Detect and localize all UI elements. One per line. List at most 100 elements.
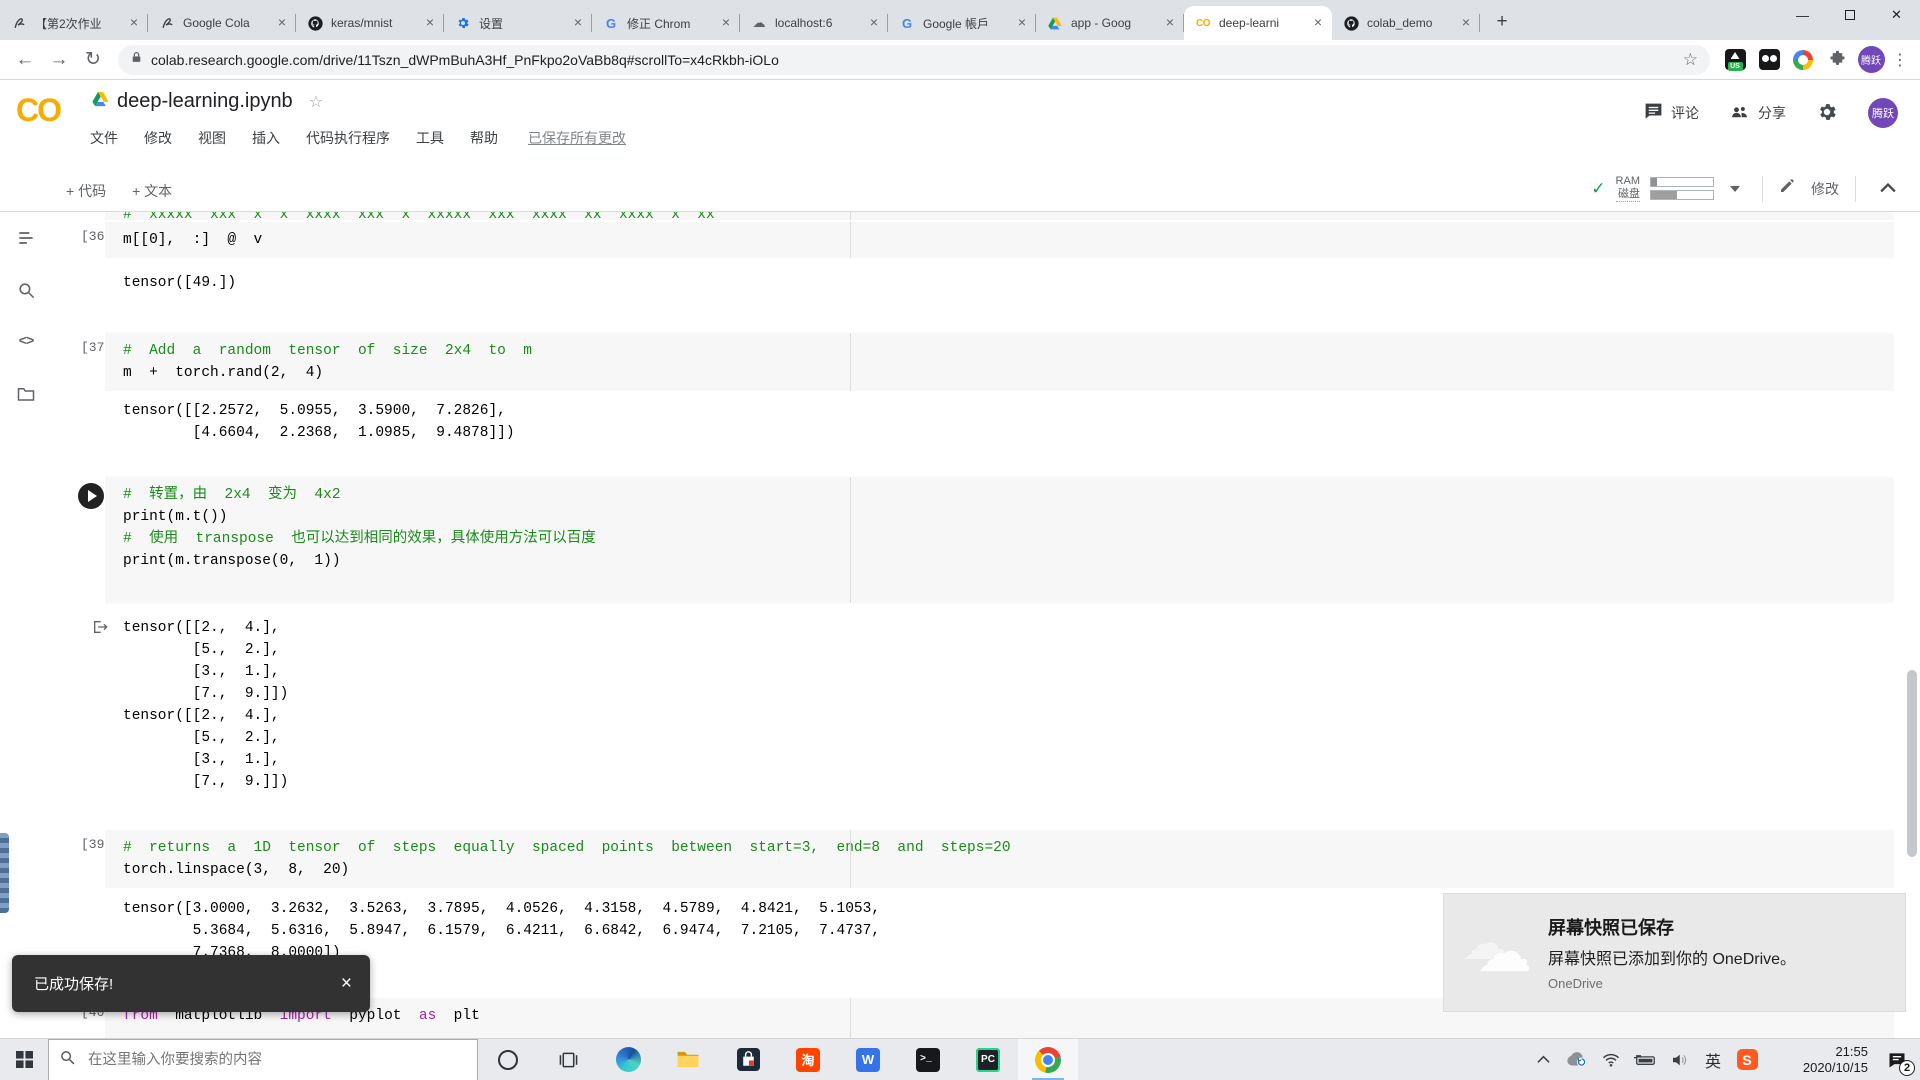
start-button[interactable] [0,1039,48,1080]
window-minimize-button[interactable]: — [1779,0,1826,30]
pen-favicon-icon [10,15,28,31]
tab-close-icon[interactable]: × [1310,15,1326,31]
edit-pencil-icon[interactable] [1779,178,1795,199]
taskbar-file-explorer-icon[interactable] [658,1039,718,1080]
comment-button[interactable]: 评论 [1644,102,1699,124]
taskbar-search-input[interactable] [86,1051,446,1069]
tab-close-icon[interactable]: × [422,15,438,31]
tab-close-icon[interactable]: × [866,15,882,31]
taskbar-taobao-icon[interactable]: 淘 [778,1039,838,1080]
notebook-cell-code[interactable]: # xxxxx xxx x x xxxx xxx x xxxxx xxx xxx… [105,212,1894,220]
volume-icon[interactable] [1662,1039,1696,1080]
code-snippets-icon[interactable]: <> [0,316,52,368]
browser-profile-avatar[interactable]: 腾跃 [1856,45,1886,75]
onedrive-notification[interactable]: ☁☁ 屏幕快照已保存 屏幕快照已添加到你的 OneDrive。 OneDrive [1443,893,1906,1012]
browser-tab-4[interactable]: G修正 Chrom× [592,6,740,40]
edit-mode-button[interactable]: 修改 [1811,179,1839,199]
onedrive-tray-icon[interactable] [1560,1039,1594,1080]
table-of-contents-icon[interactable] [0,212,52,264]
resource-usage-bars[interactable] [1650,177,1714,200]
action-center-icon[interactable]: 2 [1874,1039,1920,1080]
browser-tab-2[interactable]: keras/mnist× [296,6,444,40]
collapse-chevron-icon[interactable] [1880,180,1896,198]
notebook-cell-code[interactable]: # 转置，由 2x4 变为 4x2print(m.t())# 使用 transp… [105,477,1894,603]
files-folder-icon[interactable] [0,368,52,420]
tab-close-icon[interactable]: × [570,15,586,31]
browser-tab-0[interactable]: 【第2次作业× [0,6,148,40]
extension-ring-icon[interactable] [1788,45,1818,75]
notebook-cell-code[interactable]: # Add a random tensor of size 2x4 to mm … [105,333,1894,391]
window-close-button[interactable]: ✕ [1873,0,1920,30]
menu-item-4[interactable]: 代码执行程序 [306,128,390,148]
wifi-icon[interactable] [1594,1039,1628,1080]
tab-title: Google Cola [183,16,274,30]
taskbar-task-view-icon[interactable] [538,1039,598,1080]
hidden-icons-chevron[interactable] [1526,1039,1560,1080]
forward-icon[interactable]: → [42,43,76,77]
browser-tab-9[interactable]: colab_demo× [1332,6,1480,40]
browser-tab-3[interactable]: 设置× [444,6,592,40]
browser-tab-1[interactable]: Google Cola× [148,6,296,40]
notebook-cell-code[interactable]: # returns a 1D tensor of steps equally s… [105,830,1894,888]
tab-close-icon[interactable]: × [1162,15,1178,31]
taskbar-search-box[interactable] [48,1039,478,1080]
tab-close-icon[interactable]: × [1458,15,1474,31]
extensions-puzzle-icon[interactable] [1822,45,1852,75]
settings-gear-icon[interactable] [1816,101,1838,126]
address-bar[interactable]: colab.research.google.com/drive/11Tszn_d… [118,45,1710,75]
search-icon[interactable] [0,264,52,316]
back-icon[interactable]: ← [8,43,42,77]
browser-tab-6[interactable]: GGoogle 帳戶× [888,6,1036,40]
battery-icon[interactable] [1628,1039,1662,1080]
toast-close-icon[interactable]: × [341,973,352,995]
share-button[interactable]: 分享 [1729,103,1786,124]
taskbar-cortana-icon[interactable] [478,1039,538,1080]
taskbar-terminal-icon[interactable]: >_ [898,1039,958,1080]
taskbar-store-icon[interactable] [718,1039,778,1080]
colab-profile-avatar[interactable]: 腾跃 [1868,98,1898,128]
tab-close-icon[interactable]: × [1014,15,1030,31]
browser-menu-icon[interactable]: ⋮ [1888,50,1912,70]
menu-item-6[interactable]: 帮助 [470,128,498,148]
taskbar-clock[interactable]: 21:55 2020/10/15 [1772,1044,1868,1076]
add-text-button[interactable]: + 文本 [132,181,172,201]
colab-logo[interactable]: CO [16,92,60,129]
browser-tab-7[interactable]: app - Goog× [1036,6,1184,40]
refresh-icon[interactable]: ↻ [76,43,110,77]
input-language-indicator[interactable]: 英 [1696,1039,1730,1080]
url-text[interactable]: colab.research.google.com/drive/11Tszn_d… [151,52,1675,68]
browser-tab-8[interactable]: COdeep-learni× [1184,6,1332,40]
run-cell-button[interactable] [78,483,104,509]
extension-us-icon[interactable]: US [1720,45,1750,75]
docked-edge-widget[interactable] [0,833,9,913]
saved-status-link[interactable]: 已保存所有更改 [528,128,626,148]
browser-tab-5[interactable]: ☁localhost:6× [740,6,888,40]
menu-item-5[interactable]: 工具 [416,128,444,148]
tab-close-icon[interactable]: × [274,15,290,31]
tab-close-icon[interactable]: × [718,15,734,31]
taskbar-wps-icon[interactable]: W [838,1039,898,1080]
bookmark-star-icon[interactable]: ☆ [1683,50,1698,70]
notebook-scrollbar[interactable] [1907,670,1917,857]
add-code-button[interactable]: + 代码 [66,181,106,201]
taskbar-chrome-icon[interactable] [1018,1039,1078,1080]
notebook-title[interactable]: deep-learning.ipynb [117,90,293,113]
window-maximize-button[interactable] [1826,0,1873,30]
menu-item-1[interactable]: 修改 [144,128,172,148]
star-notebook-icon[interactable]: ☆ [309,92,323,112]
tab-title: app - Goog [1071,16,1162,30]
resources-dropdown-icon[interactable] [1730,186,1740,192]
notebook-cell-code[interactable]: m[[0], :] @ v [105,222,1894,258]
sogou-icon[interactable]: S [1730,1039,1764,1080]
menu-item-0[interactable]: 文件 [90,128,118,148]
toast-message: 已成功保存! [34,973,341,994]
new-tab-button[interactable]: + [1488,9,1516,37]
extension-goggles-icon[interactable] [1754,45,1784,75]
menu-item-3[interactable]: 插入 [252,128,280,148]
tab-close-icon[interactable]: × [126,15,142,31]
menu-item-2[interactable]: 视图 [198,128,226,148]
tab-title: deep-learni [1219,16,1310,30]
pen-favicon-icon [158,15,176,31]
taskbar-pycharm-icon[interactable]: PC [958,1039,1018,1080]
taskbar-edge-icon[interactable] [598,1039,658,1080]
